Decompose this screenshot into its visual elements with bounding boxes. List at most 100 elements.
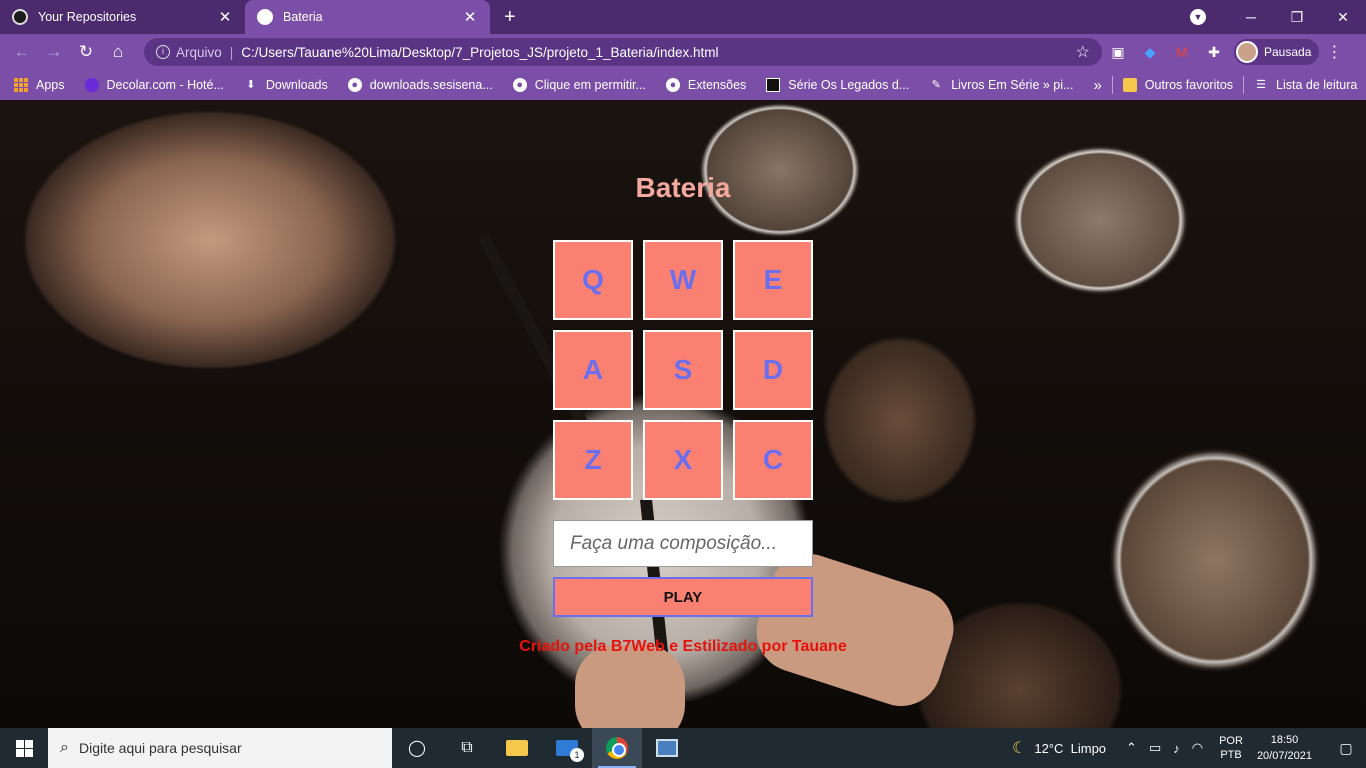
- start-button[interactable]: [0, 728, 48, 768]
- folder-icon: [506, 740, 528, 756]
- drum-key-x[interactable]: X: [643, 420, 723, 500]
- globe-icon: ●: [512, 78, 527, 92]
- download-icon: ⬇: [246, 79, 256, 91]
- tab-your-repositories[interactable]: Your Repositories ✕: [0, 0, 245, 34]
- close-tab-icon[interactable]: ✕: [217, 8, 233, 26]
- windows-taskbar: ⌕ Digite aqui para pesquisar ◯ ⧉ 1 ☾ 12°…: [0, 728, 1366, 768]
- bookmark-label: Livros Em Série » pi...: [951, 78, 1074, 92]
- app-button[interactable]: [642, 728, 692, 768]
- drum-key-e[interactable]: E: [733, 240, 813, 320]
- bookmark-apps[interactable]: Apps: [14, 78, 65, 92]
- bookmark-livros[interactable]: ✎ Livros Em Série » pi...: [929, 78, 1074, 92]
- clock[interactable]: 18:50 20/07/2021: [1257, 732, 1312, 764]
- browser-menu-icon[interactable]: ⋮: [1319, 42, 1349, 62]
- gmail-extension-icon[interactable]: M: [1166, 44, 1198, 60]
- clock-time: 18:50: [1270, 734, 1299, 746]
- language-code: POR: [1219, 735, 1243, 747]
- more-bookmarks-button[interactable]: »: [1093, 77, 1101, 94]
- chrome-button[interactable]: [592, 728, 642, 768]
- bookmark-label: Downloads: [265, 78, 328, 92]
- close-window-icon[interactable]: ✕: [1320, 9, 1366, 26]
- drum-key-w[interactable]: W: [643, 240, 723, 320]
- reading-list-button[interactable]: ☰ Lista de leitura: [1254, 78, 1357, 92]
- drum-key-a[interactable]: A: [553, 330, 633, 410]
- tab-label: Bateria: [283, 10, 323, 24]
- drum-key-q[interactable]: Q: [553, 240, 633, 320]
- windows-logo-icon: [15, 739, 33, 757]
- wifi-icon[interactable]: ◠: [1192, 740, 1203, 756]
- drum-key-d[interactable]: D: [733, 330, 813, 410]
- mail-button[interactable]: 1: [542, 728, 592, 768]
- notifications-icon[interactable]: ▢: [1326, 740, 1366, 757]
- chevron-up-icon[interactable]: ⌃: [1126, 740, 1137, 756]
- bookmarks-bar: Apps Decolar.com - Hoté... ⬇ Downloads ●…: [0, 70, 1366, 100]
- search-icon: ⌕: [60, 739, 69, 756]
- bookmark-label: Lista de leitura: [1276, 78, 1358, 92]
- url-text[interactable]: C:/Users/Tauane%20Lima/Desktop/7_Projeto…: [241, 45, 1075, 60]
- cortana-button[interactable]: ◯: [392, 728, 442, 768]
- bookmark-label: Série Os Legados d...: [788, 78, 910, 92]
- chrome-icon: [606, 737, 628, 759]
- back-icon[interactable]: ←: [6, 42, 38, 62]
- globe-icon: ●: [347, 78, 362, 92]
- bookmarks-divider: [1243, 76, 1245, 94]
- play-button[interactable]: PLAY: [553, 577, 813, 617]
- task-view-icon: ⧉: [461, 739, 473, 756]
- clock-date: 20/07/2021: [1256, 750, 1312, 762]
- office-extension-icon[interactable]: ▣: [1102, 44, 1134, 61]
- weather-widget[interactable]: ☾ 12°C Limpo: [1012, 738, 1106, 758]
- globe-icon: [257, 9, 273, 25]
- browser-toolbar: ← → ↻ ⌂ i Arquivo | C:/Users/Tauane%20Li…: [0, 34, 1366, 70]
- bookmark-downloads[interactable]: ⬇ Downloads: [244, 78, 328, 92]
- restore-icon[interactable]: ❐: [1274, 9, 1320, 26]
- drum-keys: Q W E A S D Z X C: [553, 240, 813, 500]
- system-tray: ☾ 12°C Limpo ⌃ ▭ ♪ ◠ POR PTB 18:50 20/07…: [1012, 728, 1366, 768]
- bookmark-clique[interactable]: ● Clique em permitir...: [512, 78, 646, 92]
- tab-search-icon[interactable]: ▼: [1190, 9, 1206, 25]
- new-tab-button[interactable]: +: [504, 0, 516, 34]
- profile-button[interactable]: Pausada: [1234, 39, 1320, 65]
- battery-icon[interactable]: ▭: [1149, 740, 1161, 756]
- address-bar[interactable]: i Arquivo | C:/Users/Tauane%20Lima/Deskt…: [144, 38, 1102, 66]
- credit-text: Criado pela B7Web e Estilizado por Tauan…: [519, 638, 847, 655]
- scheme-label: Arquivo: [176, 44, 222, 60]
- weather-desc: Limpo: [1070, 740, 1107, 756]
- tab-label: Your Repositories: [38, 10, 137, 24]
- drum-key-c[interactable]: C: [733, 420, 813, 500]
- close-tab-icon[interactable]: ✕: [462, 8, 478, 26]
- task-view-button[interactable]: ⧉: [442, 728, 492, 768]
- hand: [575, 645, 685, 728]
- bookmark-label: Clique em permitir...: [534, 78, 646, 92]
- info-icon[interactable]: i: [156, 45, 170, 59]
- bookmark-star-icon[interactable]: ☆: [1076, 42, 1090, 62]
- taskbar-search[interactable]: ⌕ Digite aqui para pesquisar: [48, 728, 392, 768]
- drum-key-s[interactable]: S: [643, 330, 723, 410]
- bookmark-decolar[interactable]: Decolar.com - Hoté...: [84, 78, 224, 92]
- composition-input[interactable]: Faça uma composição...: [553, 520, 813, 567]
- reload-icon[interactable]: ↻: [70, 42, 102, 62]
- extensions-puzzle-icon[interactable]: ✚: [1198, 44, 1230, 61]
- file-explorer-button[interactable]: [492, 728, 542, 768]
- forward-icon[interactable]: →: [38, 42, 70, 62]
- bookmark-label: Extensões: [687, 78, 747, 92]
- language-indicator[interactable]: POR PTB: [1219, 734, 1243, 762]
- weather-temp: 12°C: [1034, 740, 1064, 756]
- bookmark-square-icon: [766, 78, 781, 92]
- tab-bateria[interactable]: Bateria ✕: [245, 0, 490, 34]
- volume-icon[interactable]: ♪: [1173, 741, 1180, 756]
- bookmarks-right: » Outros favoritos ☰ Lista de leitura: [1093, 76, 1366, 94]
- page-content: Bateria Q W E A S D Z X C Faça uma compo…: [0, 100, 1366, 728]
- minimize-icon[interactable]: ─: [1228, 9, 1274, 25]
- bookmarks-divider: [1111, 76, 1113, 94]
- drum-key-z[interactable]: Z: [553, 420, 633, 500]
- bookmark-serie-legados[interactable]: Série Os Legados d...: [766, 78, 909, 92]
- window-controls: ▼ ─ ❐ ✕: [1190, 0, 1366, 34]
- mail-icon: 1: [556, 740, 584, 762]
- blue-extension-icon[interactable]: ◆: [1134, 44, 1166, 61]
- home-icon[interactable]: ⌂: [102, 42, 134, 62]
- bookmark-extensoes[interactable]: ● Extensões: [665, 78, 747, 92]
- mail-badge: 1: [570, 748, 584, 762]
- bookmark-label: Outros favoritos: [1144, 78, 1234, 92]
- bookmark-sesisenai[interactable]: ● downloads.sesisena...: [347, 78, 493, 92]
- bookmark-other-favorites[interactable]: Outros favoritos: [1122, 78, 1234, 92]
